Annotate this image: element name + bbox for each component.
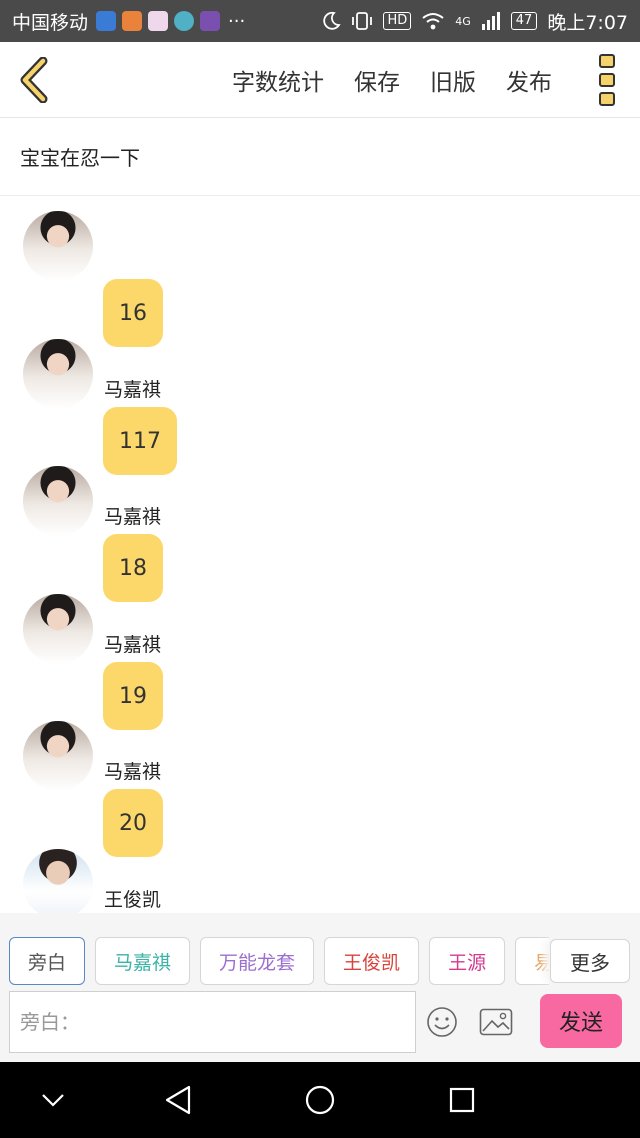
- sender-name: 马嘉祺: [104, 506, 162, 528]
- chat-message[interactable]: 马嘉祺 18: [0, 415, 640, 602]
- chat-message[interactable]: 王俊凯缓一缓: [0, 798, 640, 913]
- menu-button[interactable]: [598, 54, 616, 106]
- chevron-left-icon: [20, 57, 48, 103]
- menu-icon-dot: [599, 73, 615, 87]
- header-actions: 字数统计 保存 旧版 发布: [232, 42, 552, 118]
- role-chip[interactable]: 马嘉祺: [95, 937, 191, 985]
- role-list[interactable]: 旁白马嘉祺万能龙套王俊凯王源易烊: [9, 937, 549, 985]
- back-button[interactable]: [14, 56, 54, 104]
- circle-app-icon: [174, 11, 195, 31]
- system-nav-bar: [0, 1062, 640, 1138]
- back-triangle-icon: [165, 1085, 191, 1115]
- notification-icons: [96, 11, 221, 31]
- avatar[interactable]: [23, 339, 93, 409]
- flower-app-icon: [148, 11, 169, 31]
- role-selector: 旁白马嘉祺万能龙套王俊凯王源易烊 更多: [0, 913, 640, 988]
- hide-keyboard-button[interactable]: [35, 1082, 71, 1118]
- sender-name: 王俊凯: [104, 889, 162, 911]
- story-title-row[interactable]: 宝宝在忍一下: [0, 118, 640, 196]
- clock: 晚上7:07: [547, 11, 628, 34]
- chat-message[interactable]: 马嘉祺 20: [0, 670, 640, 857]
- shield-app-icon: [96, 11, 117, 31]
- image-icon[interactable]: [479, 1008, 513, 1036]
- avatar[interactable]: [23, 721, 93, 791]
- role-chip[interactable]: 万能龙套: [200, 937, 315, 985]
- old-version-button[interactable]: 旧版: [430, 63, 476, 97]
- menu-icon-dot: [599, 92, 615, 106]
- avatar[interactable]: [23, 849, 93, 913]
- status-bar: 中国移动 ··· HD 4G 47 晚上7:07: [0, 0, 640, 42]
- nav-recents-button[interactable]: [444, 1082, 480, 1118]
- carrier-name: 中国移动: [12, 11, 89, 34]
- video-app-icon: [122, 11, 143, 31]
- wifi-icon: [422, 13, 444, 30]
- menu-icon: [599, 54, 615, 68]
- story-title: 宝宝在忍一下: [20, 146, 140, 170]
- signal-icon: [481, 12, 500, 30]
- role-chip[interactable]: 易烊: [515, 937, 549, 985]
- nav-home-button[interactable]: [302, 1082, 338, 1118]
- home-circle-icon: [305, 1085, 335, 1115]
- sender-name: 马嘉祺: [104, 634, 162, 656]
- role-chip[interactable]: 王源: [429, 937, 506, 985]
- word-count-button[interactable]: 字数统计: [232, 63, 324, 97]
- more-notifications-icon: ···: [228, 10, 246, 32]
- chat-list[interactable]: 16马嘉祺117马嘉祺18马嘉祺19马嘉祺20王俊凯缓一缓: [0, 197, 640, 913]
- role-chip[interactable]: 王俊凯: [324, 937, 420, 985]
- vibrate-icon: [352, 12, 373, 30]
- input-bar: 发送: [0, 988, 640, 1062]
- chevron-down-icon: [42, 1094, 64, 1107]
- role-chip[interactable]: 旁白: [9, 937, 86, 985]
- hd-icon: HD: [383, 12, 412, 30]
- message-input[interactable]: [9, 991, 416, 1053]
- status-indicators: HD 4G 47 晚上7:07: [321, 8, 628, 35]
- publish-button[interactable]: 发布: [506, 63, 552, 97]
- smiley-icon[interactable]: [426, 1006, 458, 1038]
- save-button[interactable]: 保存: [354, 63, 400, 97]
- nav-back-button[interactable]: [160, 1082, 196, 1118]
- sender-name: 马嘉祺: [104, 761, 162, 783]
- recents-square-icon: [449, 1087, 475, 1113]
- sender-name: 马嘉祺: [104, 379, 162, 401]
- battery-icon: 47: [510, 12, 538, 30]
- avatar[interactable]: [23, 594, 93, 664]
- more-roles-button[interactable]: 更多: [550, 939, 630, 983]
- avatar[interactable]: [23, 466, 93, 536]
- photo-app-icon: [200, 11, 221, 31]
- chat-message[interactable]: 马嘉祺 19: [0, 543, 640, 730]
- avatar[interactable]: [23, 211, 93, 281]
- editor-header: 字数统计 保存 旧版 发布: [0, 42, 640, 118]
- network-type: 4G: [455, 14, 471, 28]
- chat-message[interactable]: 16: [0, 197, 640, 347]
- chat-message[interactable]: 马嘉祺 117: [0, 288, 640, 475]
- moon-icon: [323, 11, 342, 30]
- send-button[interactable]: 发送: [540, 994, 622, 1048]
